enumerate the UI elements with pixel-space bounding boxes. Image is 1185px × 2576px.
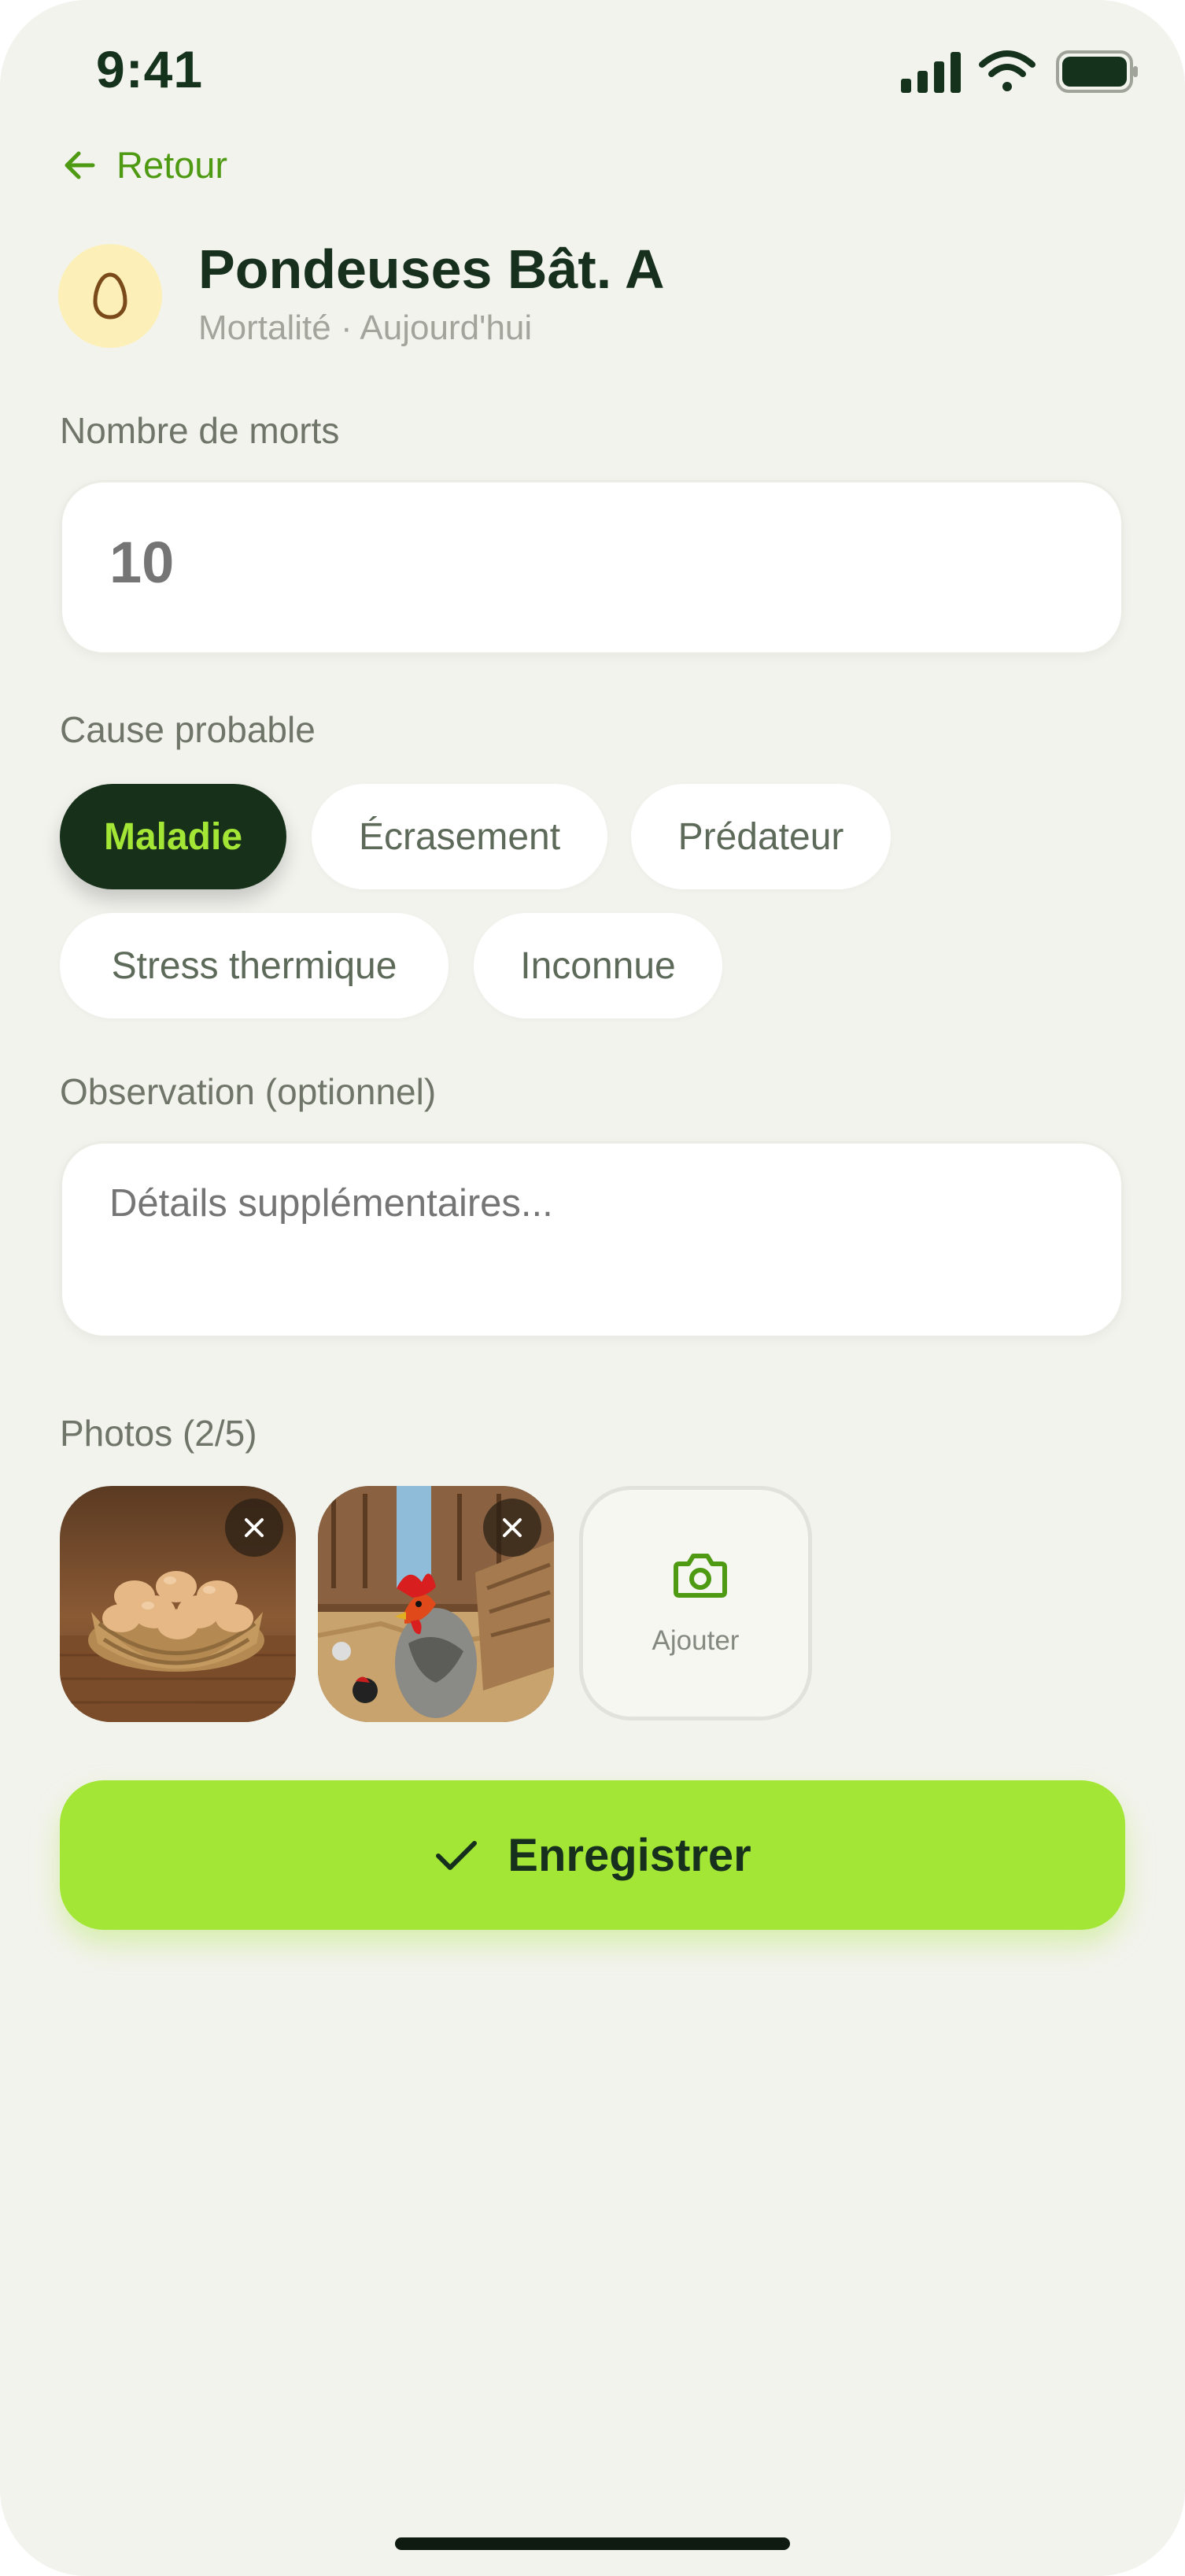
remove-photo-button[interactable] [225, 1499, 283, 1557]
avatar [58, 244, 162, 348]
deaths-input[interactable] [108, 528, 1055, 597]
home-indicator [395, 2537, 790, 2550]
deaths-label: Nombre de morts [60, 410, 340, 451]
cause-chip-stress-thermique[interactable]: Stress thermique [60, 913, 449, 1018]
photo-thumbnail-rooster[interactable] [318, 1486, 554, 1722]
save-label: Enregistrer [508, 1829, 751, 1881]
egg-icon [93, 272, 127, 320]
wifi-icon [979, 50, 1035, 91]
battery-icon [1056, 50, 1138, 93]
close-icon [245, 1518, 264, 1537]
signal-icon [901, 52, 961, 93]
back-button[interactable]: Retour [61, 143, 227, 187]
add-photo-label: Ajouter [652, 1625, 740, 1656]
cause-chip-maladie[interactable]: Maladie [60, 784, 286, 889]
status-time: 9:41 [96, 40, 204, 98]
page-subtitle: Mortalité · Aujourd'hui [198, 309, 533, 347]
check-icon [436, 1841, 478, 1870]
photos-label: Photos (2/5) [60, 1413, 257, 1454]
close-icon [503, 1518, 522, 1537]
camera-icon [674, 1554, 727, 1598]
observation-input[interactable] [108, 1180, 1071, 1309]
page-title: Pondeuses Bât. A [198, 238, 665, 300]
arrow-left-icon [65, 151, 95, 179]
add-photo-button[interactable]: Ajouter [579, 1486, 812, 1720]
cause-label: Cause probable [60, 709, 316, 750]
save-button[interactable]: Enregistrer [60, 1780, 1125, 1930]
photo-thumbnail-eggs[interactable] [60, 1486, 296, 1722]
observation-label: Observation (optionnel) [60, 1071, 437, 1112]
phone-screen: 9:41 Retour Pondeuses Bât. A Mortalité ·… [0, 0, 1185, 2576]
status-icons [901, 50, 1138, 93]
observation-field [60, 1141, 1124, 1338]
cause-chip-inconnue[interactable]: Inconnue [474, 913, 722, 1018]
back-label: Retour [116, 144, 228, 186]
cause-chip-predateur[interactable]: Prédateur [631, 784, 891, 889]
cause-chip-ecrasement[interactable]: Écrasement [312, 784, 607, 889]
deaths-field [60, 480, 1124, 655]
remove-photo-button[interactable] [483, 1499, 541, 1557]
